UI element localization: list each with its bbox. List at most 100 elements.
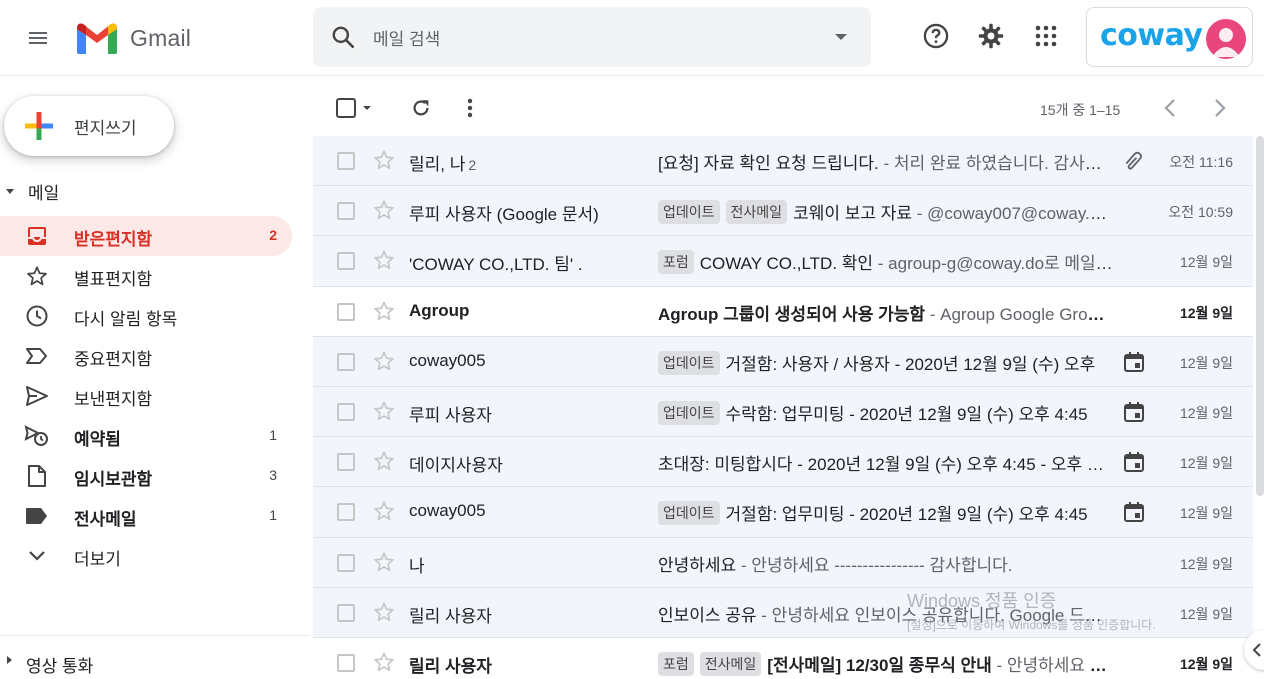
message-row[interactable]: 'COWAY CO.,LTD. 팀' . 포럼 COWAY CO.,LTD. 확인… bbox=[313, 236, 1253, 287]
older-button[interactable] bbox=[1200, 88, 1240, 128]
message-snippet: - agroup-g@coway.do로 메일을 보내세요 bbox=[877, 254, 1113, 274]
row-checkbox[interactable] bbox=[337, 603, 355, 622]
star-toggle[interactable] bbox=[373, 249, 395, 271]
star-toggle[interactable] bbox=[373, 350, 395, 372]
star-toggle[interactable] bbox=[373, 651, 395, 673]
sidebar-item-scheduled[interactable]: 예약됨 1 bbox=[0, 416, 292, 456]
compose-button[interactable]: 편지쓰기 bbox=[4, 96, 174, 156]
mail-section-toggle[interactable]: 메일 bbox=[0, 175, 300, 207]
message-row[interactable]: 데이지사용자 초대장: 미팅합시다 - 2020년 12월 9일 (수) 오후 … bbox=[313, 437, 1253, 488]
sidebar-item-label: 별표편지함 bbox=[74, 270, 153, 289]
row-checkbox[interactable] bbox=[337, 202, 355, 221]
message-sender: 릴리 사용자 bbox=[409, 652, 649, 677]
item-count: 1 bbox=[269, 507, 277, 523]
message-row[interactable]: 루피 사용자 (Google 문서) 업데이트 전사메일 코웨이 보고 자료 - @… bbox=[313, 186, 1253, 237]
row-checkbox[interactable] bbox=[337, 352, 355, 371]
label-chip[interactable]: 전사메일 bbox=[699, 651, 762, 676]
more-actions-button[interactable] bbox=[450, 88, 490, 128]
search-button[interactable] bbox=[313, 7, 373, 67]
calendar-icon[interactable] bbox=[1123, 351, 1147, 373]
account-switcher[interactable]: coway bbox=[1086, 7, 1253, 67]
coway-logo: coway bbox=[1100, 18, 1203, 53]
message-row[interactable]: 릴리 사용자 포럼 전사메일 [전사메일] 12/30일 종무식 안내 - 안녕하세… bbox=[313, 637, 1253, 679]
sidebar-item-label: 받은편지함 bbox=[74, 230, 153, 249]
message-row[interactable]: Agroup Agroup 그룹이 생성되어 사용 가능함 - Agroup G… bbox=[313, 286, 1253, 337]
search-input[interactable]: 메일 검색 bbox=[373, 25, 811, 50]
star-toggle[interactable] bbox=[373, 300, 395, 322]
item-count: 3 bbox=[269, 467, 277, 483]
main-menu-button[interactable] bbox=[16, 16, 60, 60]
message-row[interactable]: coway005 업데이트 거절함: 업무미팅 - 2020년 12월 9일 (수… bbox=[313, 487, 1253, 538]
message-content: 업데이트 거절함: 사용자 / 사용자 - 2020년 12월 9일 (수) 오후 bbox=[658, 350, 1113, 375]
search-bar[interactable]: 메일 검색 bbox=[313, 7, 871, 67]
row-checkbox[interactable] bbox=[337, 503, 355, 522]
label-chip[interactable]: 포럼 bbox=[658, 250, 694, 275]
star-toggle[interactable] bbox=[373, 500, 395, 522]
star-toggle[interactable] bbox=[373, 450, 395, 472]
chevron-right-icon bbox=[1215, 99, 1226, 117]
row-checkbox[interactable] bbox=[337, 252, 355, 271]
message-row[interactable]: 릴리, 나2 [요청] 자료 확인 요청 드립니다. - 처리 완료 하였습니다… bbox=[313, 136, 1253, 187]
hamburger-icon bbox=[29, 32, 47, 44]
gmail-logo[interactable]: Gmail bbox=[74, 20, 191, 56]
calendar-icon[interactable] bbox=[1123, 401, 1147, 423]
google-apps-button[interactable] bbox=[1024, 14, 1068, 58]
row-checkbox[interactable] bbox=[337, 553, 355, 572]
calendar-icon[interactable] bbox=[1123, 451, 1147, 473]
star-toggle[interactable] bbox=[373, 400, 395, 422]
star-toggle[interactable] bbox=[373, 199, 395, 221]
row-checkbox[interactable] bbox=[337, 302, 355, 321]
message-snippet: - 처리 완료 하였습니다. 감사합니다. bbox=[878, 154, 1113, 173]
sidebar-item-inbox[interactable]: 받은편지함 2 bbox=[0, 216, 292, 256]
select-all-checkbox[interactable] bbox=[327, 88, 383, 128]
message-content: [요청] 자료 확인 요청 드립니다. - 처리 완료 하였습니다. 감사합니다… bbox=[658, 149, 1113, 174]
row-checkbox[interactable] bbox=[337, 453, 355, 472]
message-date: 12월 9일 bbox=[1179, 555, 1233, 572]
refresh-button[interactable] bbox=[401, 88, 441, 128]
sidebar-item-sent[interactable]: 보낸편지함 bbox=[0, 376, 292, 416]
row-checkbox[interactable] bbox=[337, 152, 355, 170]
message-subject: [요청] 자료 확인 요청 드립니다. bbox=[658, 154, 879, 173]
message-subject: 수락함: 업무미팅 - 2020년 12월 9일 (수) 오후 4:45 bbox=[725, 404, 1088, 424]
message-row[interactable]: 나 안녕하세요 - 안녕하세요 ---------------- 감사합니다. … bbox=[313, 537, 1253, 588]
sender-name: 루피 사용자 (Google 문서) bbox=[409, 205, 599, 225]
message-row[interactable]: 루피 사용자 업데이트 수락함: 업무미팅 - 2020년 12월 9일 (수) … bbox=[313, 386, 1253, 438]
checkbox-icon bbox=[336, 98, 371, 118]
star-icon bbox=[374, 401, 394, 421]
star-icon bbox=[374, 250, 394, 270]
label-chip[interactable]: 업데이트 bbox=[658, 501, 720, 526]
sidebar-item-starred[interactable]: 별표편지함 bbox=[0, 256, 292, 296]
sidebar-item-label-company[interactable]: 전사메일 1 bbox=[0, 496, 292, 536]
support-button[interactable] bbox=[914, 14, 958, 58]
label-chip[interactable]: 업데이트 bbox=[658, 350, 720, 375]
thread-count: 2 bbox=[468, 157, 477, 173]
sidebar-item-important[interactable]: 중요편지함 bbox=[0, 336, 292, 376]
scrollbar[interactable] bbox=[1256, 136, 1264, 496]
pagination-text[interactable]: 15개 중 1–15 bbox=[1040, 100, 1120, 120]
newer-button[interactable] bbox=[1150, 88, 1190, 128]
sidebar-item-drafts[interactable]: 임시보관함 3 bbox=[0, 456, 292, 496]
star-toggle[interactable] bbox=[373, 551, 395, 573]
label-chip[interactable]: 업데이트 bbox=[658, 200, 720, 225]
sidebar-item-snoozed[interactable]: 다시 알림 항목 bbox=[0, 296, 292, 336]
star-toggle[interactable] bbox=[373, 601, 395, 623]
message-sender: coway005 bbox=[409, 351, 649, 371]
star-toggle[interactable] bbox=[373, 149, 395, 171]
message-subject: COWAY CO.,LTD. 확인 bbox=[699, 254, 874, 274]
row-checkbox[interactable] bbox=[337, 653, 355, 672]
message-row[interactable]: coway005 업데이트 거절함: 사용자 / 사용자 - 2020년 12월 … bbox=[313, 336, 1253, 387]
label-chip[interactable]: 전사메일 bbox=[725, 200, 788, 225]
sidebar-item-more[interactable]: 더보기 bbox=[0, 536, 292, 576]
meet-section-toggle[interactable]: 영상 통화 bbox=[0, 635, 310, 679]
message-subject: Agroup 그룹이 생성되어 사용 가능함 bbox=[658, 304, 926, 324]
calendar-icon[interactable] bbox=[1123, 501, 1147, 523]
row-checkbox[interactable] bbox=[337, 402, 355, 421]
avatar[interactable] bbox=[1206, 19, 1246, 59]
search-options-button[interactable] bbox=[811, 7, 871, 67]
label-chip[interactable]: 포럼 bbox=[658, 651, 694, 676]
label-chip[interactable]: 업데이트 bbox=[658, 400, 720, 425]
message-content: 업데이트 거절함: 업무미팅 - 2020년 12월 9일 (수) 오후 4:45 bbox=[658, 500, 1113, 526]
paperclip-icon[interactable] bbox=[1123, 150, 1147, 172]
settings-button[interactable] bbox=[969, 14, 1013, 58]
message-sender: 릴리 사용자 bbox=[409, 602, 649, 627]
